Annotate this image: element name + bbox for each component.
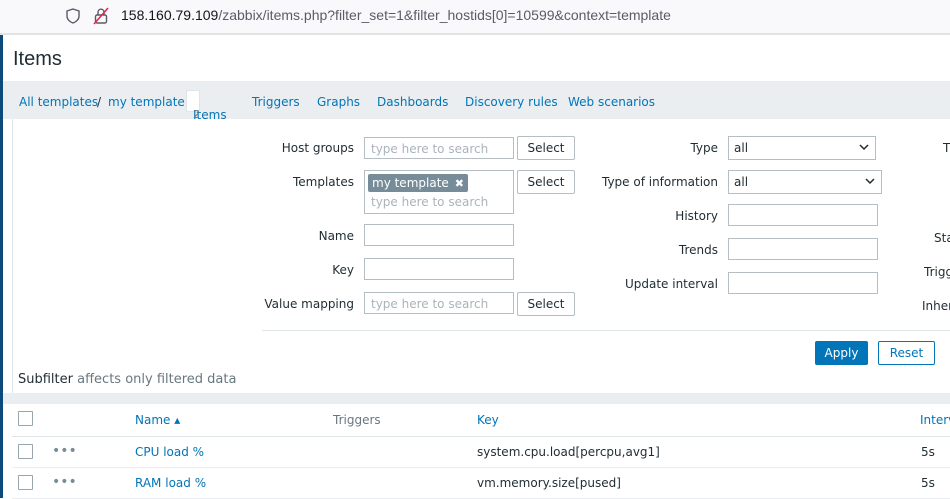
column-name[interactable]: Name ▴ <box>135 413 180 427</box>
tab-items[interactable]: Items 2 <box>186 90 227 122</box>
item-key: system.cpu.load[percpu,avg1] <box>477 445 660 459</box>
address-text[interactable]: 158.160.79.109/zabbix/items.php?filter_s… <box>121 7 671 23</box>
templates-label: Templates <box>292 175 354 189</box>
item-interval: 5s <box>921 476 935 490</box>
type-value: all <box>734 141 749 155</box>
clipped-label-1: T <box>943 141 950 155</box>
item-interval: 5s <box>921 445 935 459</box>
breadcrumb-all-templates[interactable]: All templates <box>19 95 98 109</box>
name-input[interactable] <box>364 224 514 246</box>
table-row: ••• CPU load % system.cpu.load[percpu,av… <box>12 437 950 468</box>
type-of-information-value: all <box>734 175 749 189</box>
column-interval[interactable]: Interv <box>920 413 950 427</box>
divider <box>0 33 950 35</box>
table-row: ••• RAM load % vm.memory.size[pused] 5s <box>12 468 950 499</box>
value-mapping-placeholder: type here to search <box>371 297 489 311</box>
row-checkbox[interactable] <box>18 475 33 490</box>
templates-select-button[interactable]: Select <box>517 170 575 194</box>
item-name-link[interactable]: RAM load % <box>135 476 206 490</box>
update-interval-label: Update interval <box>624 277 718 291</box>
tab-triggers[interactable]: Triggers <box>252 95 300 109</box>
key-label: Key <box>332 263 354 277</box>
clipped-label-4: Inher <box>922 299 950 313</box>
history-input[interactable] <box>728 204 878 226</box>
value-mapping-label: Value mapping <box>264 297 354 311</box>
tab-graphs[interactable]: Graphs <box>317 95 360 109</box>
chevron-down-icon <box>859 144 869 151</box>
trends-input[interactable] <box>728 238 878 260</box>
template-tag-label: my template <box>372 176 449 190</box>
reset-button[interactable]: Reset <box>878 341 935 365</box>
host-groups-label: Host groups <box>281 141 354 155</box>
key-input[interactable] <box>364 258 514 280</box>
breadcrumb-separator: / <box>97 95 102 109</box>
trends-label: Trends <box>678 243 718 257</box>
host-groups-select-button[interactable]: Select <box>517 136 575 160</box>
template-navigation: All templates / my template Items 2 Trig… <box>3 81 950 122</box>
apply-button[interactable]: Apply <box>815 341 868 365</box>
more-options-icon[interactable]: ••• <box>52 474 77 490</box>
clipped-label-2: Sta <box>934 231 950 245</box>
table-header: Name ▴ Triggers Key Interv <box>12 404 950 437</box>
subfilter-note: affects only filtered data <box>77 372 237 387</box>
templates-multiselect[interactable]: my template ✖ type here to search <box>364 170 514 214</box>
page-title: Items <box>13 48 62 70</box>
templates-placeholder: type here to search <box>371 195 489 209</box>
tab-discovery-rules[interactable]: Discovery rules <box>465 95 558 109</box>
value-mapping-select-button[interactable]: Select <box>517 292 575 316</box>
item-name-link[interactable]: CPU load % <box>135 445 204 459</box>
template-tag: my template ✖ <box>368 174 468 192</box>
more-options-icon[interactable]: ••• <box>52 443 77 459</box>
section-band <box>3 393 950 404</box>
host-groups-placeholder: type here to search <box>371 142 489 156</box>
update-interval-input[interactable] <box>728 272 878 294</box>
row-checkbox[interactable] <box>18 444 33 459</box>
subfilter-heading: Subfilter affects only filtered data <box>18 372 236 387</box>
type-of-information-select[interactable]: all <box>728 170 882 194</box>
type-of-information-label: Type of information <box>601 175 718 189</box>
type-select[interactable]: all <box>728 136 876 160</box>
select-all-checkbox[interactable] <box>18 411 33 426</box>
column-triggers: Triggers <box>333 413 381 427</box>
clipped-label-3: Trigg <box>924 265 950 279</box>
item-key: vm.memory.size[pused] <box>477 476 621 490</box>
value-mapping-input[interactable]: type here to search <box>364 292 514 314</box>
url-host: 158.160.79.109 <box>121 7 219 23</box>
insecure-lock-icon[interactable] <box>93 7 109 25</box>
tab-web-scenarios[interactable]: Web scenarios <box>568 95 655 109</box>
breadcrumb-template[interactable]: my template <box>108 95 185 109</box>
type-label: Type <box>690 141 718 155</box>
chevron-down-icon <box>865 178 875 185</box>
name-label: Name <box>318 229 354 243</box>
column-key[interactable]: Key <box>477 413 499 427</box>
host-groups-input[interactable]: type here to search <box>364 137 514 159</box>
browser-url-bar[interactable]: 158.160.79.109/zabbix/items.php?filter_s… <box>0 0 950 33</box>
subfilter-label: Subfilter <box>18 372 73 387</box>
shield-icon[interactable] <box>66 8 80 24</box>
remove-tag-icon[interactable]: ✖ <box>455 177 464 190</box>
history-label: History <box>675 209 718 223</box>
filter-divider <box>262 330 950 331</box>
url-path: /zabbix/items.php?filter_set=1&filter_ho… <box>218 7 671 23</box>
tab-dashboards[interactable]: Dashboards <box>377 95 448 109</box>
